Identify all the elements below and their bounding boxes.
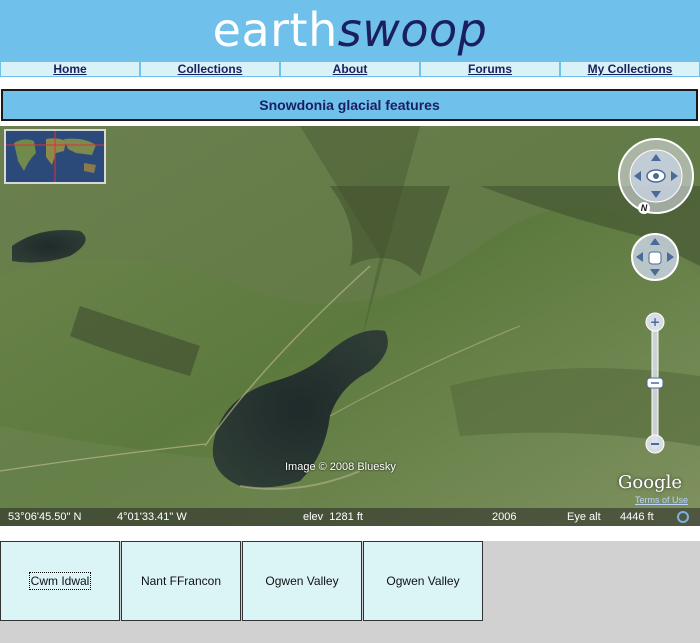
tab-cwm-idwal[interactable]: Cwm Idwal <box>0 541 120 621</box>
main-nav: Home Collections About Forums My Collect… <box>0 61 700 77</box>
world-map-icon <box>6 131 104 182</box>
nav-collections-link[interactable]: Collections <box>178 62 243 76</box>
nav-collections: Collections <box>141 62 279 76</box>
imagery-year: 2006 <box>492 511 517 523</box>
compass-north-label: N <box>638 202 650 214</box>
imagery-copyright: Image © 2008 Bluesky <box>285 461 396 473</box>
logo-earth: earth <box>212 3 338 57</box>
tab-nant-ffrancon[interactable]: Nant FFrancon <box>121 541 241 621</box>
hand-pan-icon <box>631 233 679 281</box>
tab-label: Nant FFrancon <box>140 574 222 588</box>
tab-label: Ogwen Valley <box>265 574 339 588</box>
zoom-slider-icon: + <box>645 312 665 454</box>
terms-of-use-link[interactable]: Terms of Use <box>635 495 688 505</box>
nav-forums-link[interactable]: Forums <box>468 62 512 76</box>
nav-my-collections-link[interactable]: My Collections <box>588 62 673 76</box>
look-around-control[interactable]: N <box>616 136 696 221</box>
eye-alt-label: Eye alt <box>567 511 601 523</box>
nav-about-link[interactable]: About <box>333 62 368 76</box>
tab-ogwen-valley-1[interactable]: Ogwen Valley <box>242 541 362 621</box>
nav-home-link[interactable]: Home <box>53 62 86 76</box>
logo-swoop: swoop <box>337 3 488 57</box>
earth-map-view[interactable]: N + Image © 2008 Bluesky Google Terms of… <box>0 126 700 526</box>
zoom-slider[interactable]: + <box>644 312 666 463</box>
nav-home: Home <box>1 62 139 76</box>
pan-control[interactable] <box>630 232 680 287</box>
elevation-readout: elev 1281 ft <box>303 511 363 523</box>
map-status-bar: 53°06'45.50" N 4°01'33.41" W elev 1281 f… <box>0 508 700 526</box>
streaming-status-icon <box>677 511 689 523</box>
site-header: earthswoop <box>0 0 700 61</box>
site-logo[interactable]: earthswoop <box>0 2 700 58</box>
svg-text:+: + <box>650 315 660 329</box>
nav-forums: Forums <box>421 62 559 76</box>
tab-label: Ogwen Valley <box>386 574 460 588</box>
tab-label: Cwm Idwal <box>28 572 92 590</box>
collection-title: Snowdonia glacial features <box>1 89 698 121</box>
compass-eye-icon <box>618 138 694 214</box>
google-logo: Google <box>618 472 682 493</box>
tab-ogwen-valley-2[interactable]: Ogwen Valley <box>363 541 483 621</box>
nav-my-collections: My Collections <box>561 62 699 76</box>
eye-alt-value: 4446 ft <box>620 511 654 523</box>
latitude-readout: 53°06'45.50" N <box>8 511 82 523</box>
overview-map[interactable] <box>4 129 106 184</box>
placemark-tabs: Cwm Idwal Nant FFrancon Ogwen Valley Ogw… <box>0 541 484 621</box>
nav-about: About <box>281 62 419 76</box>
placemark-tabs-area: Cwm Idwal Nant FFrancon Ogwen Valley Ogw… <box>0 541 700 643</box>
longitude-readout: 4°01'33.41" W <box>117 511 187 523</box>
